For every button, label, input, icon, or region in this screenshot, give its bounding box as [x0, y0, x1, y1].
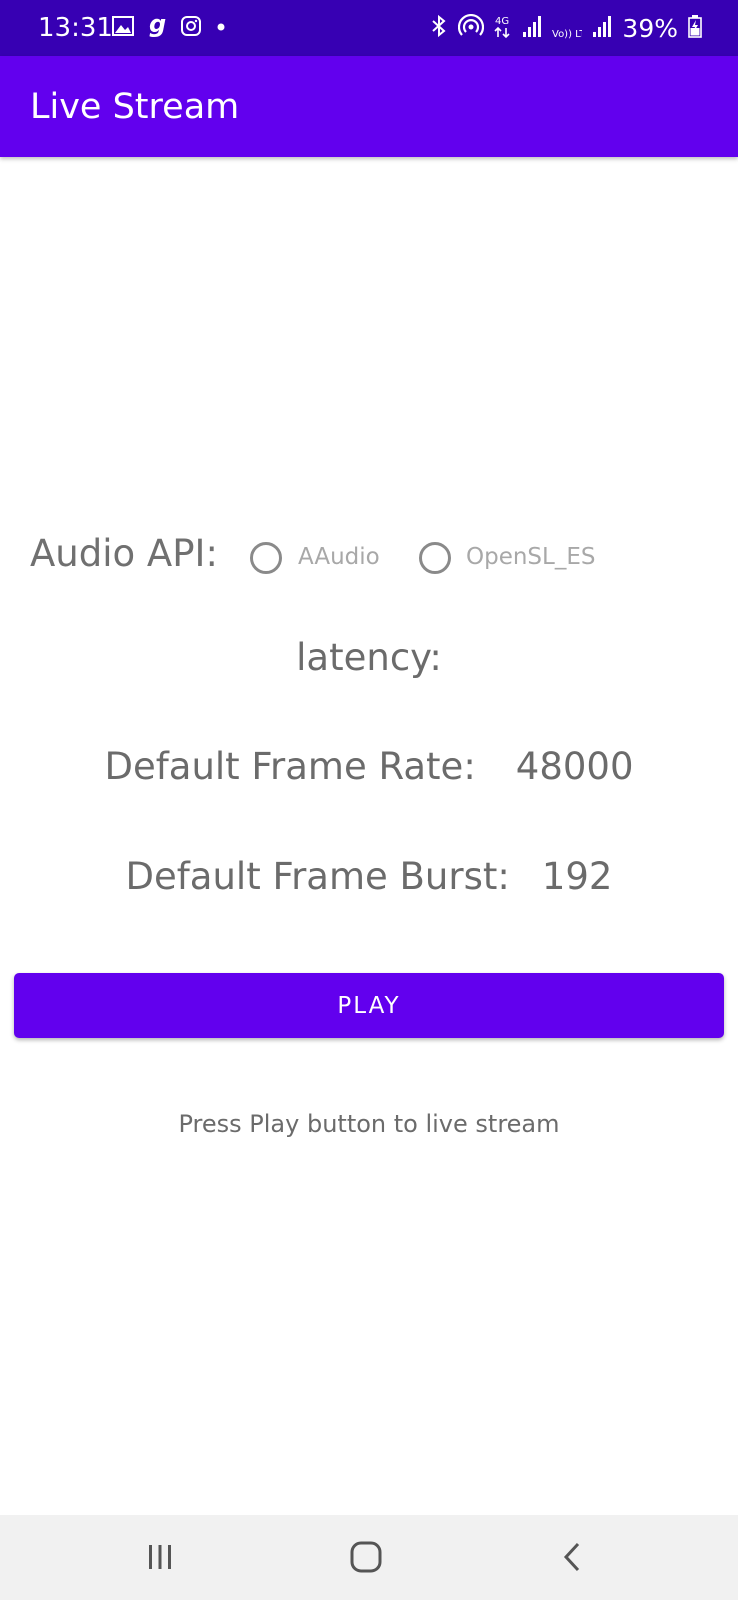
status-time: 13:31 [38, 13, 113, 43]
gallery-icon [112, 15, 134, 41]
frame-rate-label: Default Frame Rate: [104, 745, 476, 788]
hotspot-icon [458, 13, 485, 43]
opensl-es-radio[interactable] [419, 542, 451, 574]
battery-icon [688, 14, 702, 43]
frame-rate-value: 48000 [515, 745, 634, 788]
aaudio-radio-label[interactable]: AAudio [298, 544, 380, 570]
volte-label: Vo)) LTE2 [552, 29, 582, 39]
audio-api-row: Audio API: AAudio OpenSL_ES [30, 528, 710, 584]
signal2-icon [592, 14, 612, 43]
notification-icons: g [112, 10, 226, 44]
system-icons: 4G Vo)) LTE2 39% [430, 12, 702, 44]
frame-rate-row: Default Frame Rate: 48000 [0, 745, 738, 788]
recent-apps-icon [149, 1545, 171, 1569]
frame-burst-row: Default Frame Burst: 192 [0, 855, 738, 898]
app-bar: Live Stream [0, 56, 738, 157]
signal-icon [522, 14, 542, 43]
frame-burst-value: 192 [541, 855, 613, 898]
status-bar: 13:31 g 4G Vo)) LTE2 [0, 0, 738, 56]
volte-icon: Vo)) LTE2 [552, 13, 598, 44]
play-button[interactable]: PLAY [14, 973, 724, 1038]
frame-burst-label: Default Frame Burst: [125, 855, 510, 898]
dot-icon [216, 19, 226, 37]
home-button[interactable] [346, 1537, 386, 1577]
back-icon [563, 1542, 580, 1572]
battery-percentage: 39% [622, 13, 678, 43]
network-4g-icon: 4G [494, 13, 512, 44]
audio-api-label: Audio API: [30, 532, 218, 575]
svg-text:g: g [149, 13, 166, 38]
app-title: Live Stream [30, 87, 240, 127]
home-icon [350, 1541, 382, 1573]
recent-apps-button[interactable] [140, 1537, 180, 1577]
bluetooth-icon [430, 14, 448, 43]
network-4g-label: 4G [495, 16, 509, 27]
instagram-icon [180, 15, 202, 42]
gaana-icon: g [148, 10, 166, 44]
latency-label: latency: [296, 636, 442, 679]
navigation-bar [0, 1515, 738, 1600]
aaudio-radio[interactable] [250, 542, 282, 574]
back-button[interactable] [553, 1537, 593, 1577]
hint-text: Press Play button to live stream [178, 1110, 560, 1138]
opensl-es-radio-label[interactable]: OpenSL_ES [466, 544, 595, 570]
